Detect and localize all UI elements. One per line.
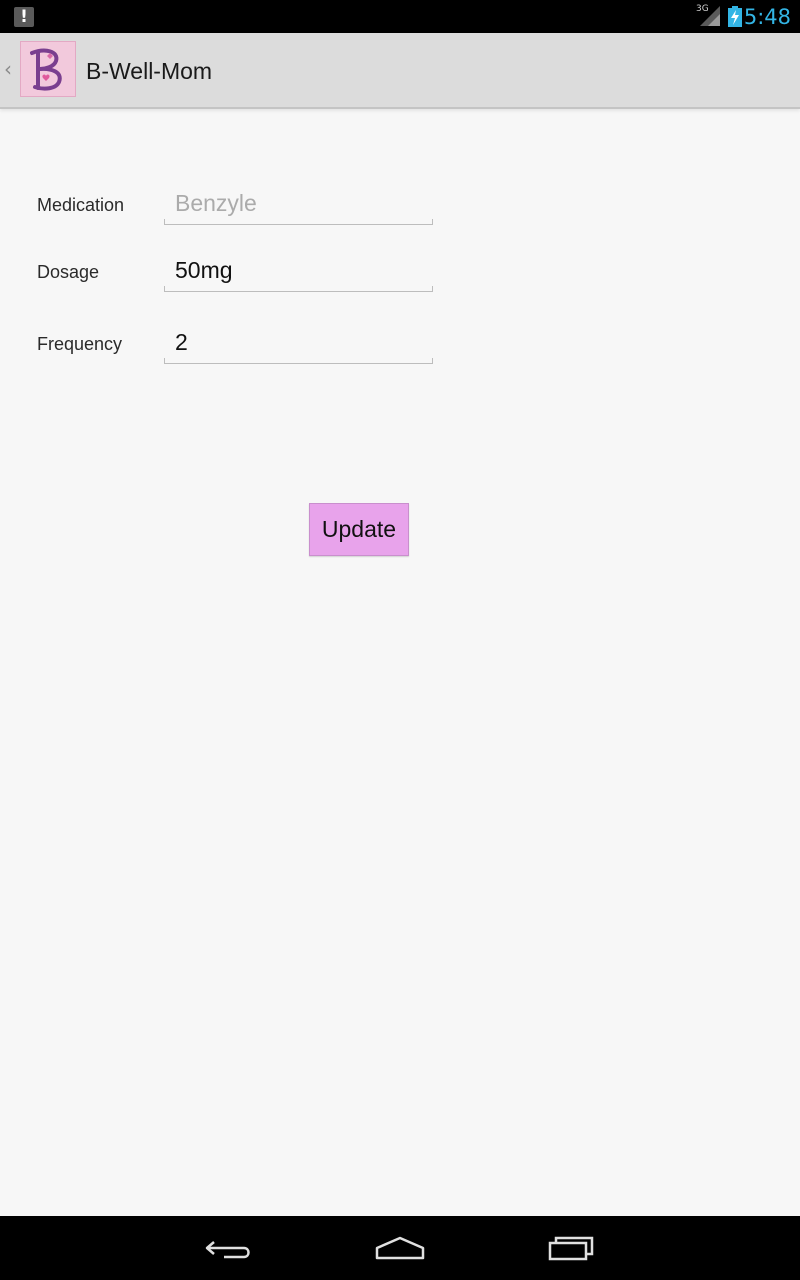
frequency-underline bbox=[164, 358, 433, 364]
status-bar: ! 3G 5:48 bbox=[0, 0, 800, 33]
recent-apps-icon[interactable] bbox=[541, 1230, 601, 1266]
alert-icon[interactable]: ! bbox=[14, 7, 34, 27]
logo-letter-b-icon bbox=[30, 48, 62, 91]
back-icon[interactable] bbox=[200, 1230, 260, 1266]
dosage-underline bbox=[164, 286, 433, 292]
chevron-left-icon[interactable]: ‹ bbox=[4, 57, 12, 81]
medication-input[interactable] bbox=[164, 185, 433, 221]
navigation-bar bbox=[0, 1216, 800, 1280]
signal-icon bbox=[700, 6, 720, 26]
dosage-field-container bbox=[164, 252, 433, 292]
app-logo[interactable] bbox=[20, 41, 76, 97]
app-title: B-Well-Mom bbox=[86, 58, 213, 84]
screen: ! 3G 5:48 ‹ B-Well-Mom Medication Benzyl… bbox=[0, 0, 800, 1280]
frequency-field-container bbox=[164, 324, 433, 364]
home-icon[interactable] bbox=[370, 1230, 430, 1266]
action-bar: ‹ B-Well-Mom bbox=[0, 33, 800, 109]
medication-underline bbox=[164, 219, 433, 225]
update-button[interactable]: Update bbox=[309, 503, 409, 556]
dosage-input[interactable] bbox=[164, 252, 433, 288]
medication-field-container bbox=[164, 185, 433, 225]
battery-charging-icon bbox=[728, 6, 742, 27]
medication-label: Medication bbox=[37, 195, 125, 215]
dosage-label: Dosage bbox=[37, 262, 100, 282]
frequency-input[interactable] bbox=[164, 324, 433, 360]
frequency-label: Frequency bbox=[37, 334, 123, 354]
status-clock: 5:48 bbox=[743, 5, 791, 29]
